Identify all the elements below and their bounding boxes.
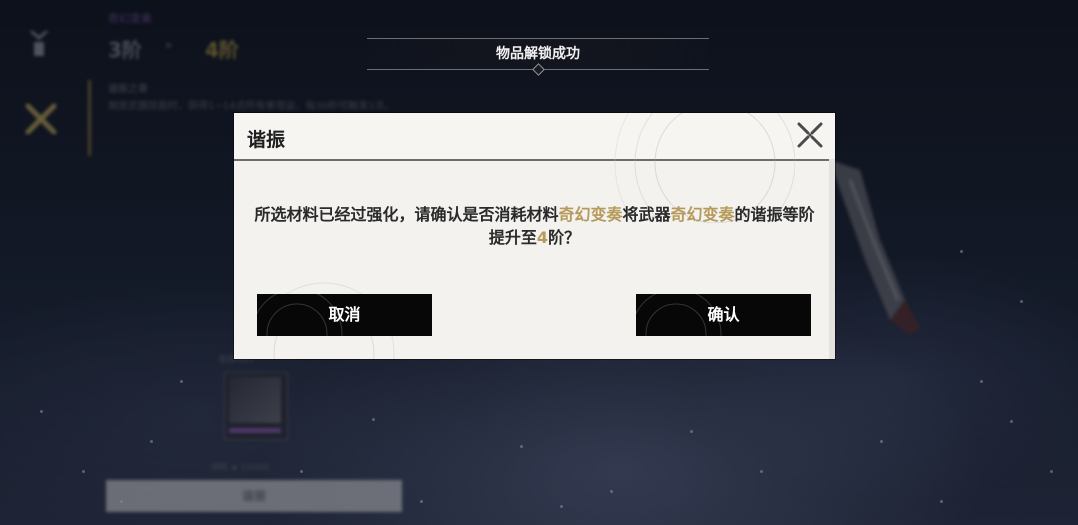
unlock-notification-banner: 物品解锁成功 (367, 38, 709, 76)
material-name-highlight: 奇幻变奏 (558, 205, 623, 224)
confirm-message: 所选材料已经过强化，请确认是否消耗材料奇幻变奏将武器奇幻变奏的谐振等阶提升至4阶… (252, 203, 817, 249)
target-level-highlight: 4 (536, 228, 549, 247)
confirm-label: 确认 (707, 305, 740, 324)
close-icon[interactable] (794, 119, 826, 151)
message-text: 阶？ (548, 228, 581, 247)
message-text: 将武器 (622, 205, 671, 224)
dialog-title: 谐振 (247, 129, 286, 151)
dialog-header: 谐振 (234, 113, 835, 223)
cancel-label: 取消 (328, 305, 361, 324)
cancel-button[interactable]: 取消 (257, 294, 432, 336)
dialog-edge-accent (829, 159, 835, 359)
confirm-button[interactable]: 确认 (636, 294, 811, 336)
message-text: 所选材料已经过强化，请确认是否消耗材料 (254, 205, 559, 224)
weapon-name-highlight: 奇幻变奏 (670, 205, 735, 224)
resonance-confirm-dialog: 谐振 所选材料已经过强化，请确认是否消耗材料奇幻变奏将武器奇幻变奏的谐振等阶提升… (234, 113, 835, 359)
